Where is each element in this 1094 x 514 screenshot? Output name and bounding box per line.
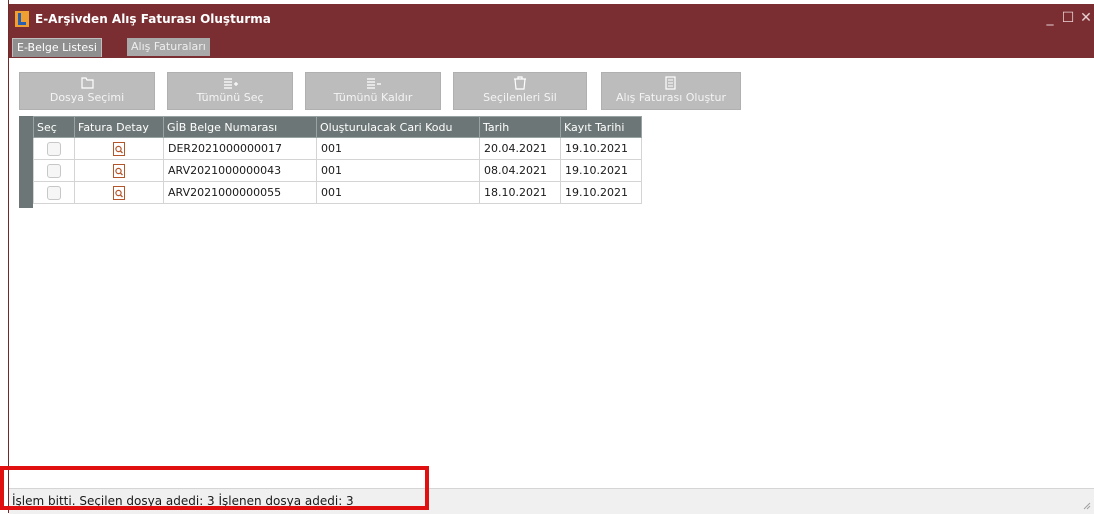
kayit-tarihi-cell: 19.10.2021 [560,181,642,204]
tarih-cell: 08.04.2021 [479,159,561,182]
tab-bar: E-Belge Listesi Alış Faturaları [9,34,1094,58]
cari-kodu-cell: 001 [316,159,480,182]
column-header-cari-kodu[interactable]: Oluşturulacak Cari Kodu [316,116,480,138]
window-title: E-Arşivden Alış Faturası Oluşturma [35,12,271,26]
row-select-checkbox[interactable] [47,163,61,178]
alis-faturasi-olustur-button[interactable]: Alış Faturası Oluştur [601,72,741,110]
tumunu-sec-label: Tümünü Seç [196,91,264,104]
gib-belge-numarasi-cell: DER2021000000017 [163,137,317,160]
trash-icon [514,76,526,90]
cari-kodu-cell: 001 [316,181,480,204]
cari-kodu-cell: 001 [316,137,480,160]
column-header-gib-belge-numarasi[interactable]: GİB Belge Numarası [163,116,317,138]
column-header-tarih[interactable]: Tarih [479,116,561,138]
invoice-detail-icon[interactable] [113,185,125,200]
invoice-detail-icon[interactable] [113,163,125,178]
gib-belge-numarasi-cell: ARV2021000000043 [163,159,317,182]
alis-faturasi-olustur-label: Alış Faturası Oluştur [616,91,726,104]
tarih-cell: 18.10.2021 [479,181,561,204]
dosya-secimi-button[interactable]: Dosya Seçimi [19,72,155,110]
row-select-checkbox[interactable] [47,185,61,200]
resize-grip-icon[interactable] [1083,502,1091,510]
column-header-fatura-detay[interactable]: Fatura Detay [74,116,164,138]
table-row[interactable]: DER2021000000017 001 20.04.2021 19.10.20… [33,137,642,160]
table-row[interactable]: ARV2021000000043 001 08.04.2021 19.10.20… [33,159,642,182]
minimize-button[interactable]: _ [1043,10,1057,26]
app-window: E-Arşivden Alış Faturası Oluşturma _ ☐ ✕… [8,0,1094,514]
document-grid: Seç Fatura Detay GİB Belge Numarası Oluş… [19,116,1094,478]
column-header-kayit-tarihi[interactable]: Kayıt Tarihi [560,116,642,138]
close-button[interactable]: ✕ [1079,10,1093,26]
toolbar: Dosya Seçimi Tümünü Seç Tümünü Kaldır Se… [9,58,1094,112]
row-select-checkbox[interactable] [47,141,61,156]
column-header-sec[interactable]: Seç [33,116,75,138]
invoice-icon [665,76,676,90]
kayit-tarihi-cell: 19.10.2021 [560,137,642,160]
deselect-all-icon [367,78,381,89]
select-all-icon [224,78,238,89]
tumunu-kaldir-label: Tümünü Kaldır [333,91,413,104]
maximize-button[interactable]: ☐ [1061,10,1075,26]
status-highlight-box [0,466,429,510]
kayit-tarihi-cell: 19.10.2021 [560,159,642,182]
tarih-cell: 20.04.2021 [479,137,561,160]
row-indicator-column [19,116,33,208]
dosya-secimi-label: Dosya Seçimi [49,91,125,104]
gib-belge-numarasi-cell: ARV2021000000055 [163,181,317,204]
table-row[interactable]: ARV2021000000055 001 18.10.2021 19.10.20… [33,181,642,204]
secilenleri-sil-label: Seçilenleri Sil [483,91,557,104]
logo-l-icon [15,11,29,27]
title-bar[interactable]: E-Arşivden Alış Faturası Oluşturma _ ☐ ✕ [9,4,1094,34]
document-table: Seç Fatura Detay GİB Belge Numarası Oluş… [33,116,642,204]
invoice-detail-icon[interactable] [113,141,125,156]
tumunu-sec-button[interactable]: Tümünü Seç [167,72,293,110]
table-header: Seç Fatura Detay GİB Belge Numarası Oluş… [33,116,642,138]
tab-e-belge-listesi[interactable]: E-Belge Listesi [12,38,102,57]
tumunu-kaldir-button[interactable]: Tümünü Kaldır [305,72,441,110]
folder-icon [81,77,94,89]
tab-alis-faturalari[interactable]: Alış Faturaları [127,38,210,56]
secilenleri-sil-button[interactable]: Seçilenleri Sil [453,72,587,110]
